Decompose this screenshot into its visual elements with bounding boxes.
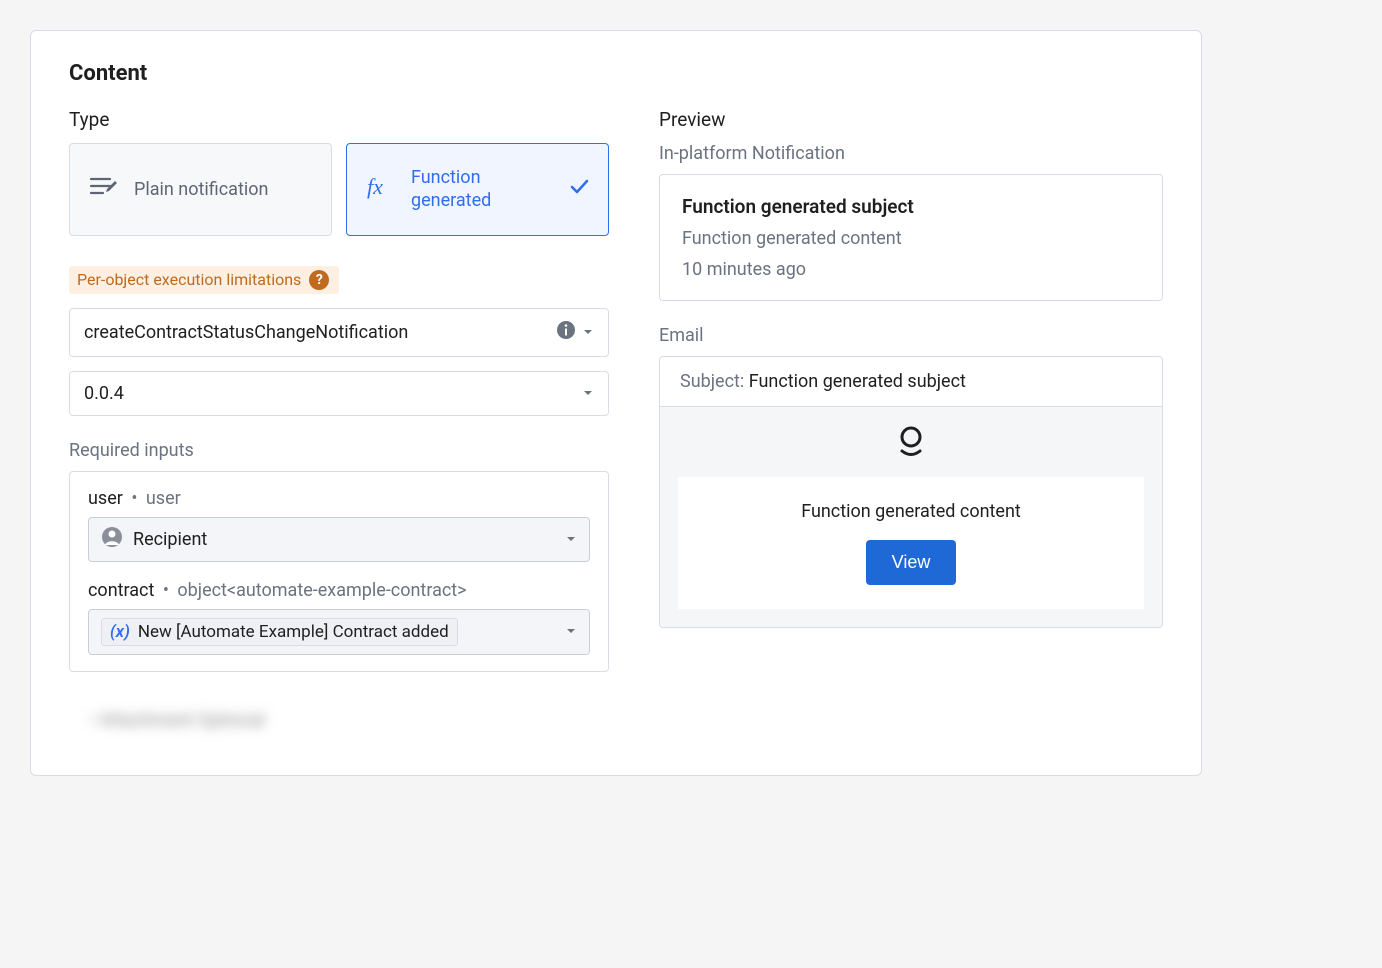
- version-select-value: 0.0.4: [84, 383, 124, 404]
- input-type: object<automate-example-contract>: [177, 580, 466, 601]
- version-select[interactable]: 0.0.4: [69, 371, 609, 416]
- in-platform-preview: Function generated subject Function gene…: [659, 174, 1163, 301]
- chevron-down-icon: [582, 383, 594, 404]
- panel-title: Content: [69, 61, 1163, 86]
- preview-time: 10 minutes ago: [682, 259, 1140, 280]
- email-body: Function generated content View: [660, 407, 1162, 627]
- logo-icon: [896, 425, 926, 463]
- function-select[interactable]: createContractStatusChangeNotification: [69, 308, 609, 357]
- input-name: contract: [88, 580, 154, 601]
- user-input-select[interactable]: Recipient: [88, 517, 590, 562]
- email-preview: Subject: Function generated subject Func…: [659, 356, 1163, 628]
- email-subject-row: Subject: Function generated subject: [660, 357, 1162, 407]
- type-option-plain-label: Plain notification: [134, 178, 268, 201]
- preview-label: Preview: [659, 108, 1163, 131]
- checkmark-icon: [568, 176, 590, 202]
- chevron-down-icon: [565, 621, 577, 642]
- view-button[interactable]: View: [866, 540, 957, 585]
- type-option-plain[interactable]: Plain notification: [69, 143, 332, 236]
- content-panel: Content Type: [30, 30, 1202, 776]
- input-type: user: [146, 488, 181, 509]
- variable-chip: (x) New [Automate Example] Contract adde…: [101, 618, 458, 646]
- chevron-down-icon: [565, 529, 577, 550]
- function-icon: fx: [365, 174, 395, 204]
- user-input-value: Recipient: [133, 529, 207, 550]
- info-icon: [556, 320, 576, 345]
- chevron-down-icon: [582, 322, 594, 343]
- help-icon: ?: [309, 270, 329, 290]
- email-content: Function generated content: [801, 501, 1021, 522]
- svg-text:fx: fx: [367, 174, 383, 199]
- input-row-user: user • user Recipient: [88, 488, 590, 562]
- left-column: Type Plain notification: [69, 108, 609, 745]
- type-option-function-label: Function generated: [411, 166, 552, 213]
- function-select-value: createContractStatusChangeNotification: [84, 322, 408, 343]
- required-inputs-label: Required inputs: [69, 440, 609, 461]
- type-option-function[interactable]: fx Function generated: [346, 143, 609, 236]
- warning-pill[interactable]: Per-object execution limitations ?: [69, 266, 339, 294]
- plain-notification-icon: [88, 174, 118, 204]
- input-row-contract: contract • object<automate-example-contr…: [88, 580, 590, 655]
- type-options: Plain notification fx Function generated: [69, 143, 609, 236]
- email-label: Email: [659, 325, 1163, 346]
- person-icon: [101, 526, 123, 553]
- contract-input-select[interactable]: (x) New [Automate Example] Contract adde…: [88, 609, 590, 655]
- contract-input-value: New [Automate Example] Contract added: [138, 622, 449, 642]
- preview-content: Function generated content: [682, 228, 1140, 249]
- right-column: Preview In-platform Notification Functio…: [659, 108, 1163, 745]
- warning-label: Per-object execution limitations: [77, 270, 301, 289]
- email-inner-card: Function generated content View: [678, 477, 1144, 609]
- email-subject-value: Function generated subject: [749, 371, 966, 392]
- variable-icon: (x): [110, 622, 130, 642]
- input-name: user: [88, 488, 123, 509]
- email-subject-label: Subject:: [680, 371, 744, 392]
- blurred-section: • Attachment Optional: [69, 696, 609, 745]
- type-label: Type: [69, 108, 609, 131]
- required-inputs-box: user • user Recipient: [69, 471, 609, 672]
- in-platform-label: In-platform Notification: [659, 143, 1163, 164]
- preview-subject: Function generated subject: [682, 195, 1140, 218]
